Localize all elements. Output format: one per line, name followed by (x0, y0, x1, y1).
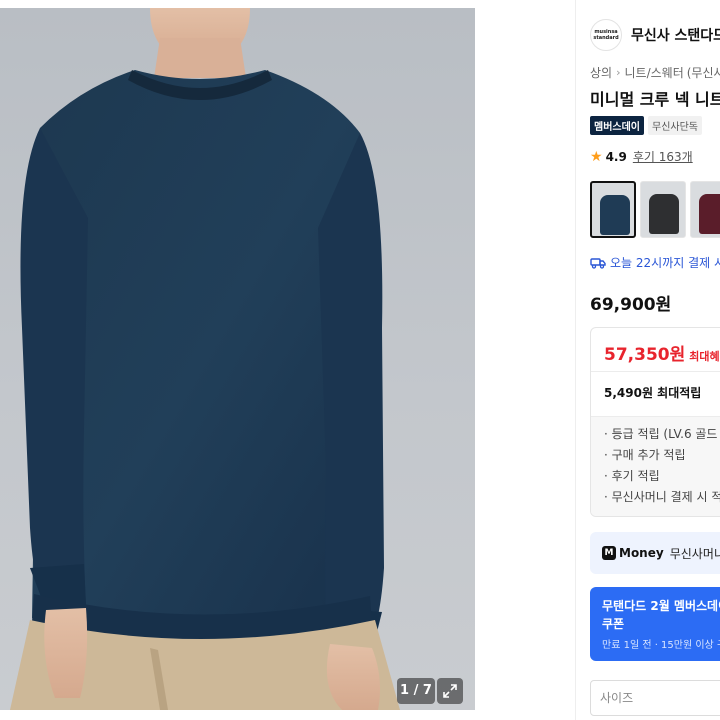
divider (591, 371, 720, 372)
breadcrumb: 상의 › 니트/스웨터 (무신사 (590, 64, 720, 81)
truck-icon (590, 257, 606, 269)
brand-logo: musinsa standard (590, 19, 622, 51)
star-icon: ★ (590, 148, 603, 165)
points-row[interactable]: 5,490원 최대적립 (604, 384, 701, 401)
breadcrumb-item[interactable]: 상의 (590, 64, 612, 81)
coupon-subtitle: 만료 1일 전 · 15만원 이상 구 (602, 640, 720, 651)
delivery-text: 오늘 22시까지 결제 시 (610, 256, 720, 270)
money-label: Money (619, 546, 664, 560)
breadcrumb-item[interactable]: 니트/스웨터 (625, 64, 684, 81)
brand-logo-line2: standard (593, 35, 619, 41)
delivery-info: 오늘 22시까지 결제 시 (590, 254, 720, 271)
benefit-box: 57,350원 최대혜택 5,490원 최대적립 · 등급 적립 (LV.6 골… (590, 327, 720, 517)
product-title: 미니멀 크루 넥 니트 (590, 90, 720, 109)
money-text: 무신사머니 (669, 546, 720, 561)
product-image-viewer[interactable]: 1 / 7 (0, 8, 475, 710)
benefit-item: · 후기 적립 (604, 469, 660, 483)
expand-image-button[interactable] (437, 678, 463, 704)
brand-name: 무신사 스탠다드 (631, 28, 720, 44)
musinsa-money-banner[interactable]: M Money 무신사머니 (590, 532, 720, 574)
brand-link[interactable]: musinsa standard 무신사 스탠다드 (590, 19, 720, 51)
sweater-thumbnail (600, 195, 630, 235)
breadcrumb-item[interactable]: (무신사 (687, 64, 720, 81)
sale-price-row[interactable]: 57,350원 최대혜택 (604, 340, 720, 365)
benefit-item: · 무신사머니 결제 시 적 (604, 490, 720, 504)
rating-row: ★ 4.9 후기 163개 (590, 148, 693, 165)
max-benefit-label: 최대혜택 (689, 350, 720, 363)
size-select[interactable]: 사이즈 (590, 680, 720, 716)
benefit-item: · 등급 적립 (LV.6 골드 · (604, 427, 720, 441)
product-badges: 멤버스데이 무신사단독 (590, 116, 702, 135)
members-day-badge: 멤버스데이 (590, 116, 644, 135)
benefit-list: · 등급 적립 (LV.6 골드 · · 구매 추가 적립 · 후기 적립 · … (604, 424, 720, 508)
money-logo-icon: M (602, 546, 616, 560)
sale-price: 57,350원 (604, 345, 686, 365)
coupon-title-line2: 쿠폰 (602, 617, 625, 631)
product-photo (10, 8, 400, 710)
reviews-link[interactable]: 후기 163개 (633, 148, 693, 165)
sweater-thumbnail (699, 194, 720, 234)
coupon-banner[interactable]: 무탠다드 2월 멤버스데이 쿠폰 만료 1일 전 · 15만원 이상 구 (590, 587, 720, 661)
image-page-indicator: 1 / 7 (397, 678, 435, 704)
coupon-title-line1: 무탠다드 2월 멤버스데이 (602, 599, 720, 613)
color-thumbnails (590, 181, 720, 238)
product-page: 1 / 7 musinsa standard 무신사 스탠다드 상의 › 니트/… (0, 0, 720, 720)
expand-icon (443, 684, 457, 698)
sweater-thumbnail (649, 194, 679, 234)
rating-score: 4.9 (605, 149, 627, 164)
color-thumb-navy[interactable] (590, 181, 636, 238)
benefit-item: · 구매 추가 적립 (604, 448, 686, 462)
chevron-right-icon: › (616, 66, 621, 79)
color-thumb-burgundy[interactable] (690, 181, 720, 238)
original-price: 69,900원 (590, 295, 672, 315)
exclusive-badge: 무신사단독 (648, 116, 702, 135)
product-info-panel: musinsa standard 무신사 스탠다드 상의 › 니트/스웨터 (무… (575, 0, 720, 720)
color-thumb-charcoal[interactable] (640, 181, 686, 238)
